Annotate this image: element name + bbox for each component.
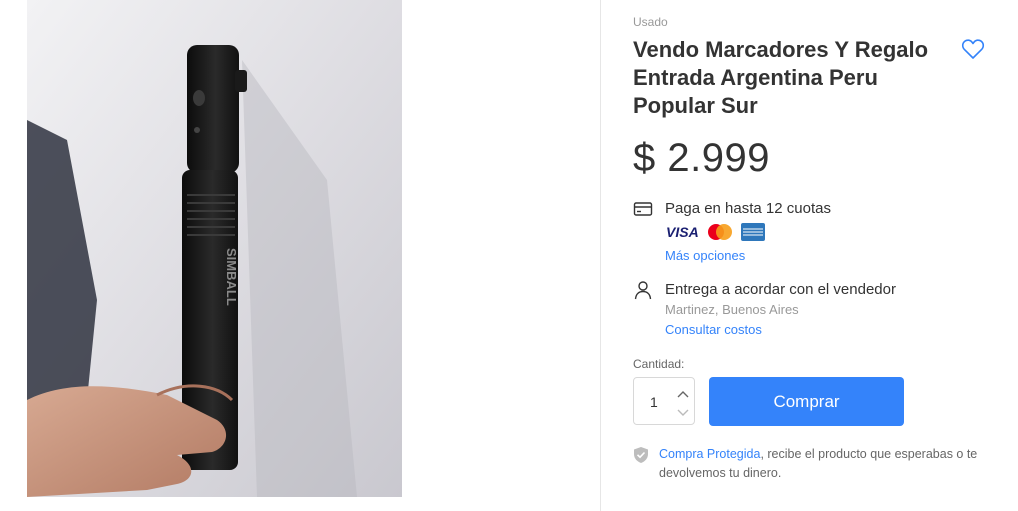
chevron-down-icon[interactable] (676, 406, 690, 418)
buy-button[interactable]: Comprar (709, 377, 904, 426)
purchase-protection-text: Compra Protegida, recibe el producto que… (659, 445, 989, 483)
seller-location: Martinez, Buenos Aires (665, 302, 799, 317)
installments-label: Paga en hasta 12 cuotas (665, 200, 831, 217)
product-title: Vendo Marcadores Y Regalo Entrada Argent… (633, 37, 929, 118)
protected-purchase-link[interactable]: Compra Protegida (659, 447, 760, 461)
marker-brand-text: SIMBALL (224, 248, 239, 306)
amex-card-icon (740, 222, 766, 242)
shield-icon (633, 446, 649, 464)
quantity-label: Cantidad: (633, 357, 685, 371)
person-icon (633, 280, 655, 302)
buy-box: Usado Vendo Marcadores Y Regalo Entrada … (633, 0, 1003, 511)
credit-card-icon (633, 199, 655, 221)
mastercard-icon (705, 222, 735, 242)
condition-label: Usado (633, 15, 668, 29)
quantity-stepper[interactable]: 1 (633, 377, 695, 425)
column-divider (600, 0, 601, 511)
delivery-label: Entrega a acordar con el vendedor (665, 281, 896, 298)
more-payment-options-link[interactable]: Más opciones (665, 248, 745, 263)
shipping-costs-link[interactable]: Consultar costos (665, 322, 762, 337)
chevron-up-icon[interactable] (676, 387, 690, 399)
product-photo-image: SIMBALL (27, 0, 402, 497)
quantity-value[interactable]: 1 (650, 394, 658, 410)
visa-card-icon: VISA (665, 222, 701, 242)
heart-icon[interactable] (961, 38, 985, 60)
svg-text:VISA: VISA (666, 224, 699, 240)
product-gallery: SIMBALL (0, 0, 600, 511)
product-photo[interactable]: SIMBALL (27, 0, 402, 497)
product-price: $ 2.999 (633, 136, 770, 180)
